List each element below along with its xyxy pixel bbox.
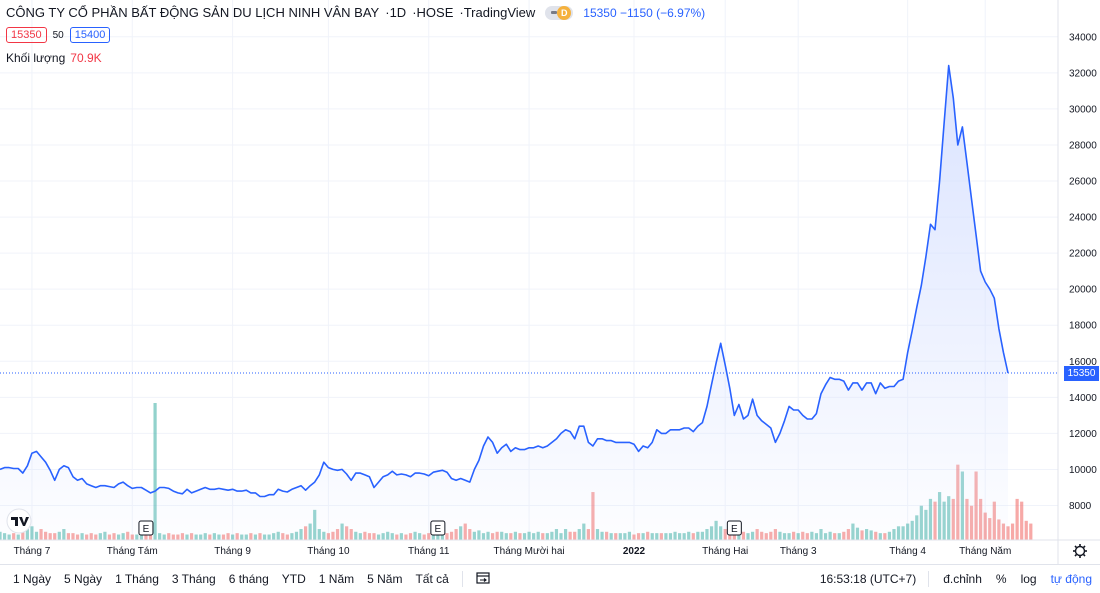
- range-6m-button[interactable]: 6 tháng: [229, 572, 269, 586]
- volume-bar: [1015, 498, 1019, 540]
- toolbar-divider-right: [928, 571, 930, 587]
- percent-toggle[interactable]: %: [996, 572, 1007, 586]
- y-tick-label: 22000: [1069, 249, 1097, 260]
- earnings-marker[interactable]: E: [726, 520, 742, 536]
- x-tick-label: Tháng 11: [408, 546, 450, 557]
- exchange-label: HOSE: [416, 5, 454, 20]
- volume-value: 70.9K: [70, 51, 102, 65]
- quote-row: 15350 50 15400: [6, 27, 111, 43]
- market-status-badge[interactable]: D: [545, 5, 574, 20]
- date-range-icon[interactable]: [476, 571, 490, 587]
- volume-bar: [1020, 501, 1024, 540]
- y-tick-label: 10000: [1069, 465, 1097, 476]
- x-tick-label: Tháng 3: [780, 546, 817, 557]
- right-tools: 16:53:18 (UTC+7) đ.chỉnh % log tự động: [806, 565, 1092, 593]
- x-tick-label: Tháng 10: [307, 546, 350, 557]
- x-tick-label: Tháng 9: [214, 546, 251, 557]
- x-tick-label: Tháng Mười hai: [494, 546, 565, 557]
- tradingview-logo-icon[interactable]: [6, 508, 32, 534]
- svg-text:E: E: [435, 524, 442, 535]
- volume-label: Khối lượng: [6, 51, 66, 65]
- range-3m-button[interactable]: 3 Tháng: [172, 572, 216, 586]
- price-change: 15350 −1150 (−6.97%): [583, 6, 705, 20]
- volume-bar: [1010, 523, 1015, 540]
- clock-time[interactable]: 16:53:18 (UTC+7): [820, 572, 916, 586]
- y-tick-label: 34000: [1069, 32, 1097, 43]
- y-tick-label: 14000: [1069, 393, 1097, 404]
- change-value: −1150 (−6.97%): [619, 5, 706, 20]
- range-1m-button[interactable]: 1 Tháng: [115, 572, 159, 586]
- x-tick-label: Tháng Năm: [959, 546, 1011, 557]
- adjust-toggle[interactable]: đ.chỉnh: [943, 572, 982, 586]
- source-label: TradingView: [463, 5, 536, 20]
- range-ytd-button[interactable]: YTD: [282, 572, 306, 586]
- bid-box[interactable]: 15350: [6, 27, 47, 43]
- y-tick-label: 12000: [1069, 429, 1097, 440]
- log-toggle[interactable]: log: [1021, 572, 1037, 586]
- range-1d-button[interactable]: 1 Ngày: [13, 572, 51, 586]
- volume-legend: Khối lượng 70.9K: [6, 51, 102, 65]
- y-tick-label: 26000: [1069, 177, 1097, 188]
- spread-value: 50: [52, 29, 64, 41]
- auto-scale-toggle[interactable]: tự động: [1051, 572, 1092, 586]
- symbol-name[interactable]: CÔNG TY CỔ PHẦN BẤT ĐỘNG SẢN DU LỊCH NIN…: [6, 5, 379, 20]
- earnings-marker[interactable]: E: [138, 520, 154, 536]
- earnings-marker[interactable]: E: [430, 520, 446, 536]
- x-tick-label: Tháng 7: [14, 546, 51, 557]
- y-tick-label: 20000: [1069, 285, 1097, 296]
- last-price-tag: 15350: [1064, 365, 1099, 381]
- y-tick-label: 32000: [1069, 68, 1097, 79]
- price-chart[interactable]: 8000100001200014000160001800020000220002…: [0, 0, 1100, 564]
- price-area: [0, 65, 1008, 540]
- range-1y-button[interactable]: 1 Năm: [319, 572, 354, 586]
- y-tick-label: 28000: [1069, 140, 1097, 151]
- svg-text:E: E: [143, 524, 150, 535]
- volume-bar: [1024, 520, 1028, 540]
- range-5d-button[interactable]: 5 Ngày: [64, 572, 102, 586]
- chart-legend-title: CÔNG TY CỔ PHẦN BẤT ĐỘNG SẢN DU LỊCH NIN…: [6, 5, 706, 20]
- x-tick-label: Tháng Hai: [702, 546, 748, 557]
- ask-box[interactable]: 15400: [69, 27, 111, 43]
- y-tick-label: 30000: [1069, 104, 1097, 115]
- x-tick-label: Tháng 4: [889, 546, 926, 557]
- interval-label[interactable]: 1D: [390, 5, 407, 20]
- y-tick-label: 24000: [1069, 213, 1097, 224]
- y-tick-label: 8000: [1069, 501, 1092, 512]
- volume-bar: [1029, 523, 1033, 540]
- last-price: 15350: [583, 5, 617, 20]
- range-all-button[interactable]: Tất cả: [415, 572, 448, 586]
- range-5y-button[interactable]: 5 Năm: [367, 572, 402, 586]
- y-tick-label: 18000: [1069, 321, 1097, 332]
- svg-text:E: E: [731, 524, 738, 535]
- x-tick-label: Tháng Tám: [107, 546, 158, 557]
- x-tick-label: 2022: [623, 546, 646, 557]
- badge-d-icon: D: [557, 5, 572, 20]
- toolbar-divider: [461, 571, 463, 587]
- bottom-toolbar: 1 Ngày 5 Ngày 1 Tháng 3 Tháng 6 tháng YT…: [0, 564, 1100, 593]
